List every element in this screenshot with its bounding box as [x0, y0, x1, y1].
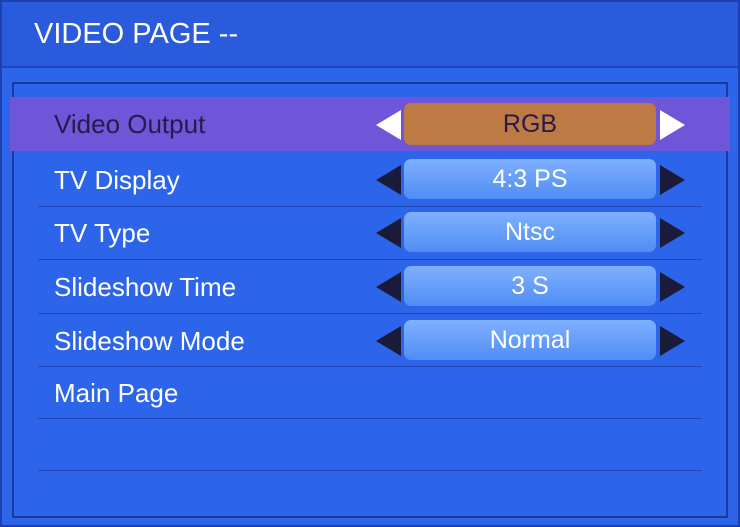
- value-text: Ntsc: [505, 217, 555, 246]
- menu-item-label: Main Page: [54, 378, 179, 408]
- menu-item-video-output[interactable]: Video Output RGB: [10, 97, 730, 151]
- value-selector[interactable]: 3 S: [404, 266, 656, 306]
- menu-item-slideshow-mode[interactable]: Slideshow Mode Normal: [38, 314, 702, 368]
- value-text: 4:3 PS: [492, 164, 568, 193]
- triangle-right-icon[interactable]: [660, 326, 685, 356]
- triangle-left-icon[interactable]: [376, 165, 401, 195]
- value-selector[interactable]: 4:3 PS: [404, 159, 656, 199]
- menu-item-tv-type[interactable]: TV Type Ntsc: [38, 206, 702, 260]
- menu-item-label: TV Type: [54, 218, 151, 248]
- triangle-right-icon[interactable]: [660, 272, 685, 302]
- triangle-left-icon[interactable]: [376, 110, 401, 140]
- divider: [38, 418, 702, 419]
- menu-item-tv-display[interactable]: TV Display 4:3 PS: [38, 153, 702, 207]
- menu-item-label: Slideshow Mode: [54, 326, 245, 356]
- value-text: RGB: [502, 109, 558, 138]
- value-text: Normal: [489, 325, 571, 354]
- value-selector[interactable]: Normal: [404, 320, 656, 360]
- video-settings-screen: VIDEO PAGE -- Video Output RGB TV Displa…: [0, 0, 740, 527]
- triangle-right-icon[interactable]: [660, 218, 685, 248]
- menu-item-main-page[interactable]: Main Page: [38, 366, 702, 420]
- menu-item-label: TV Display: [54, 165, 180, 195]
- value-text: 3 S: [511, 271, 549, 300]
- triangle-right-icon[interactable]: [660, 165, 685, 195]
- page-title: VIDEO PAGE --: [34, 18, 239, 50]
- value-selector[interactable]: Ntsc: [404, 212, 656, 252]
- title-bar: VIDEO PAGE --: [2, 2, 738, 68]
- value-selector[interactable]: RGB: [404, 103, 656, 145]
- triangle-left-icon[interactable]: [376, 218, 401, 248]
- menu-item-slideshow-time[interactable]: Slideshow Time 3 S: [38, 260, 702, 314]
- triangle-right-icon[interactable]: [660, 110, 685, 140]
- triangle-left-icon[interactable]: [376, 326, 401, 356]
- triangle-left-icon[interactable]: [376, 272, 401, 302]
- divider: [38, 470, 702, 471]
- menu-item-label: Video Output: [54, 109, 206, 139]
- menu-item-label: Slideshow Time: [54, 272, 237, 302]
